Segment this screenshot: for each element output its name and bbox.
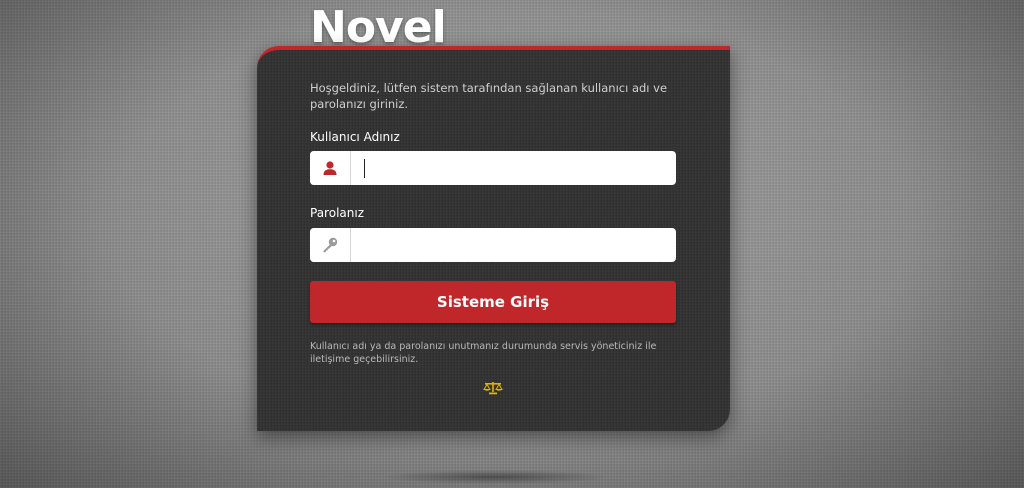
floor-shadow <box>380 470 610 484</box>
balance-scale-icon <box>483 380 503 395</box>
login-card: Hoşgeldiniz, lütfen sistem tarafından sa… <box>257 46 730 431</box>
login-button[interactable]: Sisteme Giriş <box>310 281 676 323</box>
help-note: Kullanıcı adı ya da parolanızı unutmanız… <box>310 341 657 365</box>
password-input-group <box>310 228 676 262</box>
password-input[interactable] <box>351 228 676 262</box>
user-icon <box>310 151 351 185</box>
username-input[interactable] <box>351 151 676 185</box>
text-caret <box>364 159 365 178</box>
key-icon <box>310 228 351 262</box>
password-label: Parolanız <box>310 206 364 220</box>
username-input-group <box>310 151 676 185</box>
intro-text: Hoşgeldiniz, lütfen sistem tarafından sa… <box>310 81 668 111</box>
username-label: Kullanıcı Adınız <box>310 130 400 144</box>
